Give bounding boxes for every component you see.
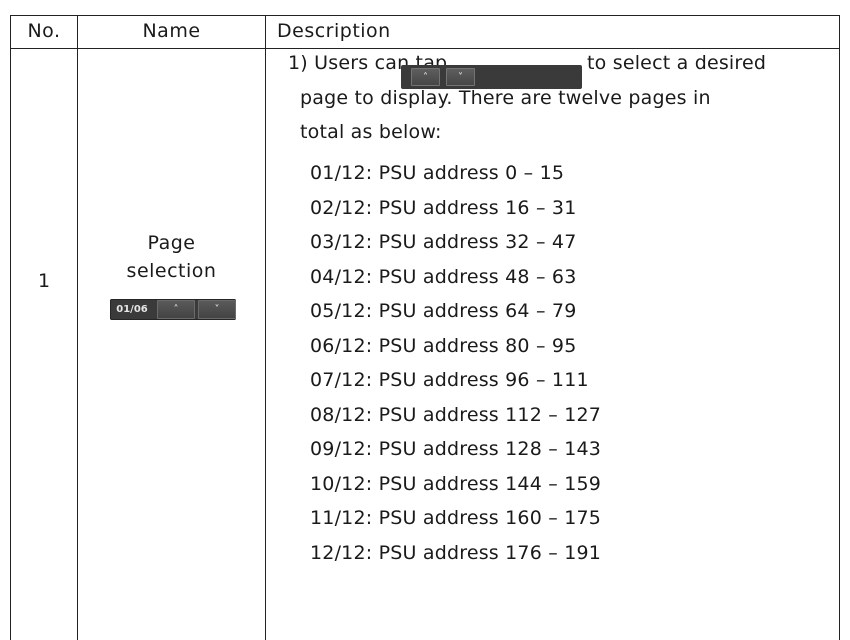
inline-page-buttons: ˄ ˅ [401, 65, 582, 89]
list-item: 06/12: PSU address 80 – 95 [310, 334, 577, 357]
header-description: Description [277, 20, 391, 42]
list-item: 05/12: PSU address 64 – 79 [310, 300, 577, 322]
list-item: 07/12: PSU address 96 – 111 [310, 369, 589, 391]
page-list: 01/12: PSU address 0 – 15 02/12: PSU add… [310, 156, 601, 570]
column-divider-name [265, 15, 266, 640]
page-indicator: 01/06 [116, 304, 148, 315]
list-item: 01/12: PSU address 0 – 15 [310, 162, 565, 184]
list-item: 11/12: PSU address 160 – 175 [310, 507, 602, 529]
column-divider-no [77, 15, 78, 640]
list-item: 03/12: PSU address 32 – 47 [310, 231, 577, 253]
desc-intro-part2: to select a desired [587, 52, 767, 74]
header-no: No. [27, 20, 61, 42]
page-down-button[interactable]: ˅ [198, 300, 236, 319]
table-left-border [10, 15, 11, 640]
list-item: 02/12: PSU address 16 – 31 [310, 196, 577, 219]
chevron-down-icon: ˅ [458, 71, 463, 83]
chevron-up-icon: ˄ [173, 304, 179, 315]
row-number: 1 [37, 270, 51, 292]
desc-intro-line2: page to display. There are twelve pages … [300, 87, 711, 109]
list-item: 04/12: PSU address 48 – 63 [310, 265, 577, 288]
chevron-up-icon: ˄ [423, 71, 428, 83]
list-item: 12/12: PSU address 176 – 191 [310, 541, 602, 564]
header-divider [10, 48, 840, 49]
list-item: 10/12: PSU address 144 – 159 [310, 472, 602, 495]
chevron-down-icon: ˅ [214, 304, 220, 315]
list-item: 08/12: PSU address 112 – 127 [310, 403, 602, 426]
description-table: No. Name Description 1 Page selection 01… [10, 15, 840, 640]
page-up-button[interactable]: ˄ [157, 300, 195, 319]
inline-up-button[interactable]: ˄ [411, 68, 440, 86]
header-name: Name [142, 20, 201, 42]
row-name-line2: selection [126, 260, 217, 282]
list-item: 09/12: PSU address 128 – 143 [310, 438, 602, 460]
table-right-border [839, 15, 840, 640]
row-name-line1: Page [147, 232, 196, 254]
page-selector-widget: 01/06 ˄ ˅ [110, 299, 236, 320]
row-name: Page selection [78, 229, 265, 285]
desc-intro-line3: total as below: [300, 121, 442, 143]
inline-down-button[interactable]: ˅ [446, 68, 475, 86]
